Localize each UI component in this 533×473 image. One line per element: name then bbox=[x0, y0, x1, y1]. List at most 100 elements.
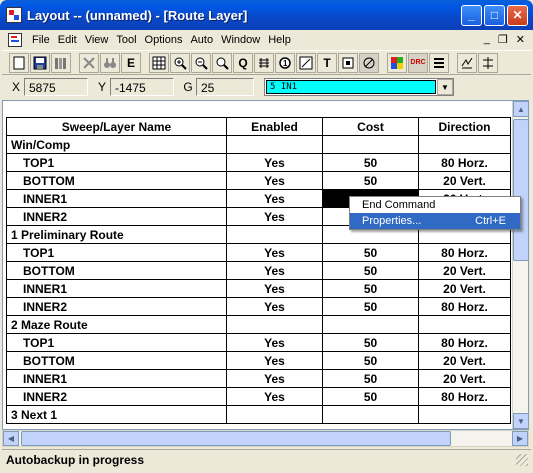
cell-direction[interactable]: 20 Vert. bbox=[418, 369, 511, 388]
table-row[interactable]: BOTTOM Yes 50 20 Vert. bbox=[6, 171, 511, 190]
cell-layer-name[interactable]: TOP1 bbox=[6, 243, 227, 262]
cell-direction[interactable]: 80 Horz. bbox=[418, 387, 511, 406]
cell-layer-name[interactable]: INNER2 bbox=[6, 207, 227, 226]
obstacle-icon[interactable]: 1 bbox=[275, 52, 295, 73]
table-row[interactable]: TOP1 Yes 50 80 Horz. bbox=[6, 153, 511, 172]
cell-cost[interactable] bbox=[322, 315, 419, 334]
connection-icon[interactable] bbox=[296, 52, 316, 73]
scroll-right-icon[interactable]: ▶ bbox=[512, 431, 528, 446]
table-row[interactable]: INNER2 Yes 50 80 Horz. bbox=[6, 297, 511, 316]
menu-item-end-command[interactable]: End Command bbox=[350, 197, 520, 213]
new-icon[interactable] bbox=[9, 52, 29, 73]
horizontal-scroll-thumb[interactable] bbox=[21, 431, 451, 446]
cell-layer-name[interactable]: 3 Next 1 bbox=[6, 405, 227, 424]
cell-cost[interactable] bbox=[322, 405, 419, 424]
table-row[interactable]: TOP1 Yes 50 80 Horz. bbox=[6, 333, 511, 352]
cell-cost[interactable]: 50 bbox=[322, 333, 419, 352]
cell-cost[interactable]: 50 bbox=[322, 171, 419, 190]
cell-enabled[interactable]: Yes bbox=[226, 333, 323, 352]
document-icon[interactable] bbox=[8, 32, 24, 47]
cell-direction[interactable]: 80 Horz. bbox=[418, 153, 511, 172]
cell-enabled[interactable]: Yes bbox=[226, 189, 323, 208]
cell-layer-name[interactable]: INNER2 bbox=[6, 387, 227, 406]
title-bar[interactable]: Layout -- (unnamed) - [Route Layer] _ □ … bbox=[0, 0, 533, 30]
cell-direction[interactable] bbox=[418, 405, 511, 424]
cell-layer-name[interactable]: INNER1 bbox=[6, 369, 227, 388]
cell-enabled[interactable]: Yes bbox=[226, 261, 323, 280]
autoroute-icon[interactable] bbox=[457, 52, 477, 73]
vertical-scrollbar[interactable]: ▲ ▼ bbox=[512, 101, 528, 429]
cell-cost[interactable]: 50 bbox=[322, 351, 419, 370]
query-icon[interactable]: Q bbox=[233, 52, 253, 73]
menu-auto[interactable]: Auto bbox=[186, 34, 217, 46]
cancel-icon[interactable] bbox=[79, 52, 99, 73]
spreadsheet-icon[interactable] bbox=[149, 52, 169, 73]
component-icon[interactable] bbox=[338, 52, 358, 73]
cell-layer-name[interactable]: 2 Maze Route bbox=[6, 315, 227, 334]
pin-icon[interactable] bbox=[254, 52, 274, 73]
table-row[interactable]: Win/Comp bbox=[6, 135, 511, 154]
layer-select[interactable]: 5 IN1 ▼ bbox=[264, 78, 454, 96]
zoom-out-icon[interactable] bbox=[191, 52, 211, 73]
cell-direction[interactable]: 80 Horz. bbox=[418, 333, 511, 352]
menu-view[interactable]: View bbox=[81, 34, 113, 46]
color-icon[interactable] bbox=[387, 52, 407, 73]
cell-enabled[interactable]: Yes bbox=[226, 207, 323, 226]
cell-direction[interactable]: 20 Vert. bbox=[418, 279, 511, 298]
table-row[interactable]: 2 Maze Route bbox=[6, 315, 511, 334]
cell-cost[interactable] bbox=[322, 135, 419, 154]
table-row[interactable]: INNER2 Yes 50 80 Horz. bbox=[6, 387, 511, 406]
cell-enabled[interactable]: Yes bbox=[226, 297, 323, 316]
cell-enabled[interactable] bbox=[226, 225, 323, 244]
cell-enabled[interactable]: Yes bbox=[226, 351, 323, 370]
drc-icon[interactable]: DRC bbox=[408, 52, 428, 73]
cell-cost[interactable]: 50 bbox=[322, 243, 419, 262]
cell-layer-name[interactable]: INNER1 bbox=[6, 189, 227, 208]
cell-layer-name[interactable]: 1 Preliminary Route bbox=[6, 225, 227, 244]
cell-enabled[interactable] bbox=[226, 315, 323, 334]
save-icon[interactable] bbox=[30, 52, 50, 73]
column-header-cost[interactable]: Cost bbox=[322, 117, 419, 136]
cell-enabled[interactable]: Yes bbox=[226, 387, 323, 406]
cell-direction[interactable]: 20 Vert. bbox=[418, 171, 511, 190]
column-header-enabled[interactable]: Enabled bbox=[226, 117, 323, 136]
resize-grip-icon[interactable] bbox=[516, 454, 528, 466]
cell-layer-name[interactable]: BOTTOM bbox=[6, 261, 227, 280]
horizontal-scrollbar[interactable]: ◀ ▶ bbox=[2, 430, 529, 447]
binoculars-icon[interactable] bbox=[100, 52, 120, 73]
cell-enabled[interactable]: Yes bbox=[226, 243, 323, 262]
cell-layer-name[interactable]: Win/Comp bbox=[6, 135, 227, 154]
menu-tool[interactable]: Tool bbox=[112, 34, 140, 46]
table-row[interactable]: INNER1Yes5020 Vert. bbox=[6, 369, 511, 388]
cell-cost[interactable]: 50 bbox=[322, 279, 419, 298]
cell-direction[interactable]: 20 Vert. bbox=[418, 261, 511, 280]
cell-enabled[interactable]: Yes bbox=[226, 279, 323, 298]
mdi-minimize-button[interactable]: _ bbox=[484, 33, 490, 46]
table-row[interactable]: TOP1 Yes 50 80 Horz. bbox=[6, 243, 511, 262]
menu-options[interactable]: Options bbox=[141, 34, 187, 46]
menu-window[interactable]: Window bbox=[217, 34, 264, 46]
scroll-left-icon[interactable]: ◀ bbox=[3, 431, 19, 446]
cell-enabled[interactable] bbox=[226, 135, 323, 154]
table-row[interactable]: BOTTOM Yes 50 20 Vert. bbox=[6, 351, 511, 370]
chevron-down-icon[interactable]: ▼ bbox=[437, 79, 453, 95]
zoom-all-icon[interactable] bbox=[212, 52, 232, 73]
minimize-button[interactable]: _ bbox=[461, 4, 482, 26]
scroll-up-icon[interactable]: ▲ bbox=[513, 101, 528, 117]
column-header-name[interactable]: Sweep/Layer Name bbox=[6, 117, 227, 136]
scroll-down-icon[interactable]: ▼ bbox=[513, 413, 528, 429]
library-icon[interactable] bbox=[51, 52, 71, 73]
maximize-button[interactable]: □ bbox=[484, 4, 505, 26]
cell-layer-name[interactable]: INNER1 bbox=[6, 279, 227, 298]
reconnect-icon[interactable] bbox=[429, 52, 449, 73]
cell-direction[interactable]: 80 Horz. bbox=[418, 297, 511, 316]
cell-cost[interactable]: 50 bbox=[322, 369, 419, 388]
close-button[interactable]: ✕ bbox=[507, 4, 528, 26]
no-route-icon[interactable] bbox=[359, 52, 379, 73]
cell-layer-name[interactable]: BOTTOM bbox=[6, 171, 227, 190]
cell-direction[interactable]: 80 Horz. bbox=[418, 243, 511, 262]
cell-layer-name[interactable]: BOTTOM bbox=[6, 351, 227, 370]
menu-item-properties[interactable]: Properties... Ctrl+E bbox=[350, 213, 520, 229]
mdi-close-button[interactable]: ✕ bbox=[516, 33, 525, 46]
table-row[interactable]: BOTTOM Yes 50 20 Vert. bbox=[6, 261, 511, 280]
